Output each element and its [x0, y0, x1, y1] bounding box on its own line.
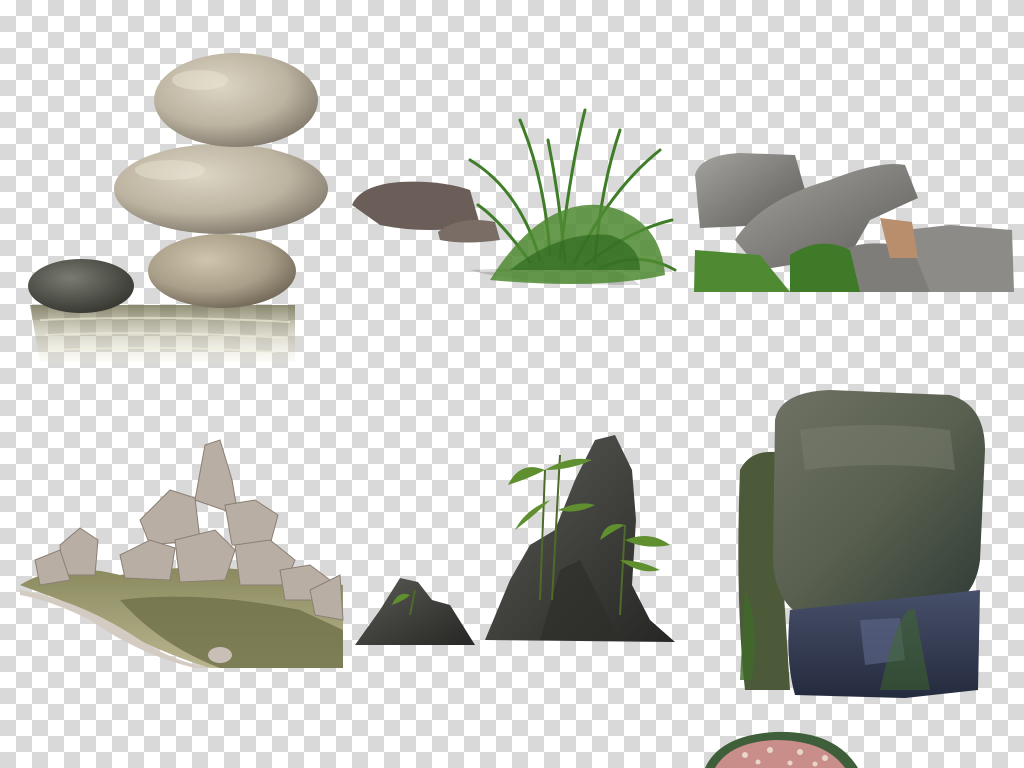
rocks-collage: [20, 53, 1014, 768]
dark-rock-peaks-with-bamboo: [355, 435, 675, 645]
rocks-with-grass-tuft: [352, 108, 677, 285]
grey-boulder-pile: [694, 153, 1014, 292]
checkerboard-background: [0, 0, 1024, 768]
mosaic-stone-partial: [705, 731, 858, 768]
mossy-large-boulder: [738, 390, 985, 698]
stacked-pebbles-with-reflection: [28, 53, 328, 362]
rockery-pond: [20, 439, 344, 668]
